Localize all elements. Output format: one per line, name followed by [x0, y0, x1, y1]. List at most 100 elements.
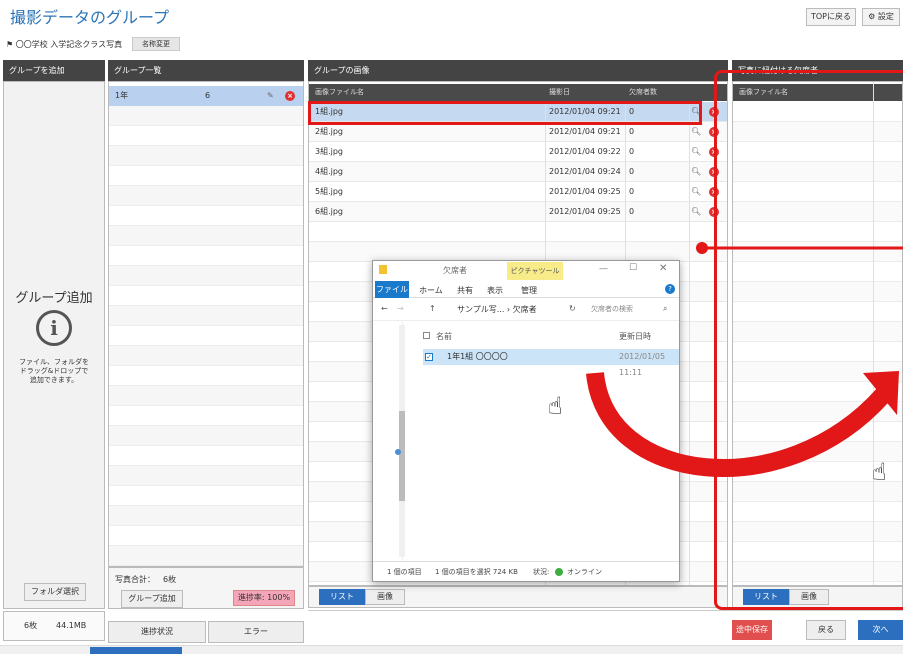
next-button[interactable]: 次へ — [858, 620, 903, 640]
rename-button[interactable]: 名称変更 — [132, 37, 180, 51]
col-name-header[interactable]: 名前 — [423, 331, 452, 342]
folder-select-button[interactable]: フォルダ選択 — [24, 583, 86, 601]
group-empty-row — [109, 206, 303, 226]
tab-file[interactable]: ファイル — [375, 281, 409, 298]
file-name: 1年1組 〇〇〇〇 — [447, 352, 508, 361]
help-icon[interactable]: ? — [665, 284, 675, 294]
image-absent: 0 — [629, 127, 635, 136]
magnify-icon[interactable]: 🔍︎ — [691, 162, 701, 182]
top-button[interactable]: TOPに戻る — [806, 8, 856, 26]
maximize-icon[interactable]: ☐ — [629, 263, 637, 273]
image-date: 2012/01/04 09:25 — [549, 187, 621, 196]
image-row[interactable]: 5組.jpg 2012/01/04 09:25 0 🔍︎ × — [309, 182, 727, 202]
image-file: 3組.jpg — [315, 147, 344, 156]
tab-share[interactable]: 共有 — [457, 285, 473, 296]
checkbox-icon[interactable]: ✓ — [425, 353, 433, 361]
back-arrow-icon[interactable]: ← — [381, 304, 388, 313]
image-file: 4組.jpg — [315, 167, 344, 176]
explorer-status-bar: 1 個の項目 1 個の項目を選択 724 KB 状況: オンライン — [373, 561, 679, 581]
back-button[interactable]: 戻る — [806, 620, 846, 640]
flag-icon: ⚑ — [6, 40, 14, 49]
group-empty-row — [109, 306, 303, 326]
address-path[interactable]: サンプル写... › 欠席者 — [457, 304, 537, 315]
col-file: 画像ファイル名 — [315, 88, 364, 96]
image-row[interactable]: 3組.jpg 2012/01/04 09:22 0 🔍︎ × — [309, 142, 727, 162]
status-items: 1 個の項目 — [387, 568, 422, 576]
image-date: 2012/01/04 09:25 — [549, 207, 621, 216]
settings-button[interactable]: ⚙ 設定 — [862, 8, 900, 26]
image-row[interactable]: 2組.jpg 2012/01/04 09:21 0 🔍︎ × — [309, 122, 727, 142]
image-absent: 0 — [629, 187, 635, 196]
nav-scrollbar-thumb[interactable] — [399, 411, 405, 501]
image-file: 2組.jpg — [315, 127, 344, 136]
image-empty-row — [309, 222, 727, 242]
group-list-header: グループ一覧 — [108, 60, 304, 81]
group-images-header: グループの画像 — [308, 60, 728, 81]
group-empty-row — [109, 506, 303, 526]
group-empty-row — [109, 146, 303, 166]
explorer-address-row: ← → ↑ サンプル写... › 欠席者 ↻ 欠席者の検索 ⌕ — [373, 299, 679, 321]
image-date: 2012/01/04 09:24 — [549, 167, 621, 176]
minimize-icon[interactable]: — — [599, 264, 608, 274]
group-row[interactable]: 1年 6 ✎ × — [109, 86, 303, 106]
image-file: 5組.jpg — [315, 187, 344, 196]
col-date-header[interactable]: 更新日時 — [619, 331, 651, 342]
save-button[interactable]: 途中保存 — [732, 620, 772, 640]
group-empty-row — [109, 466, 303, 486]
forward-arrow-icon[interactable]: → — [397, 304, 404, 313]
list-view-button[interactable]: リスト — [319, 589, 365, 605]
left-status: 6枚 44.1MB — [3, 611, 105, 641]
delete-icon[interactable]: × — [285, 91, 295, 101]
drop-zone[interactable]: グループ追加 i ファイル、フォルダを ドラッグ&ドロップで 追加できます。 フ… — [3, 81, 105, 609]
highlight-absent-panel — [714, 70, 903, 610]
gear-icon: ⚙ — [868, 12, 876, 21]
group-empty-row — [109, 386, 303, 406]
add-group-button[interactable]: グループ追加 — [121, 590, 183, 608]
image-absent: 0 — [629, 147, 635, 156]
group-empty-row — [109, 226, 303, 246]
explorer-title: 欠席者 — [443, 266, 467, 275]
image-date: 2012/01/04 09:21 — [549, 127, 621, 136]
status-selected: 1 個の項目を選択 724 KB — [435, 568, 518, 576]
progress-badge: 進捗率: 100% — [233, 590, 295, 606]
settings-label: 設定 — [877, 12, 894, 21]
refresh-icon[interactable]: ↻ — [569, 304, 576, 313]
group-empty-row — [109, 166, 303, 186]
tab-home[interactable]: ホーム — [419, 285, 443, 296]
cloud-icon — [395, 449, 401, 455]
group-list: 1年 6 ✎ × — [108, 81, 304, 567]
school-breadcrumb: ⚑ 〇〇学校 入学記念クラス写真 — [6, 39, 122, 50]
navigation-pane[interactable] — [373, 321, 405, 561]
image-row[interactable]: 6組.jpg 2012/01/04 09:25 0 🔍︎ × — [309, 202, 727, 222]
status-state: 状況: — [533, 568, 550, 576]
image-view-button[interactable]: 画像 — [365, 589, 405, 605]
progress-button[interactable]: 進捗状況 — [108, 621, 206, 643]
group-count: 6 — [205, 91, 211, 100]
group-empty-row — [109, 486, 303, 506]
magnify-icon[interactable]: 🔍︎ — [691, 142, 701, 162]
magnify-icon[interactable]: 🔍︎ — [691, 182, 701, 202]
group-empty-row — [109, 246, 303, 266]
col-absent: 欠席者数 — [629, 88, 657, 96]
connector-line — [696, 242, 903, 254]
images-view-toggle: リスト 画像 — [308, 586, 728, 608]
add-group-header: グループを追加 — [3, 60, 105, 81]
tab-view[interactable]: 表示 — [487, 285, 503, 296]
image-table-header: 画像ファイル名 撮影日 欠席者数 — [309, 84, 727, 101]
magnify-icon[interactable]: 🔍︎ — [691, 122, 701, 142]
edit-icon[interactable]: ✎ — [267, 86, 274, 106]
search-input[interactable]: 欠席者の検索 — [591, 304, 633, 314]
magnify-icon[interactable]: 🔍︎ — [691, 202, 701, 222]
group-empty-row — [109, 286, 303, 306]
close-icon[interactable]: ✕ — [659, 263, 667, 274]
col-date: 撮影日 — [549, 88, 570, 96]
explorer-file-row[interactable]: ✓ 1年1組 〇〇〇〇 2012/01/05 11:11 — [423, 349, 679, 377]
image-row[interactable]: 4組.jpg 2012/01/04 09:24 0 🔍︎ × — [309, 162, 727, 182]
error-button[interactable]: エラー — [208, 621, 304, 643]
group-empty-row — [109, 526, 303, 546]
explorer-titlebar: 欠席者 ピクチャツール — ☐ ✕ — [373, 261, 679, 281]
add-group-title: グループ追加 — [15, 291, 93, 306]
tab-manage[interactable]: 管理 — [521, 285, 537, 296]
up-arrow-icon[interactable]: ↑ — [429, 304, 436, 313]
hand-cursor-icon: ☝ — [548, 392, 563, 420]
